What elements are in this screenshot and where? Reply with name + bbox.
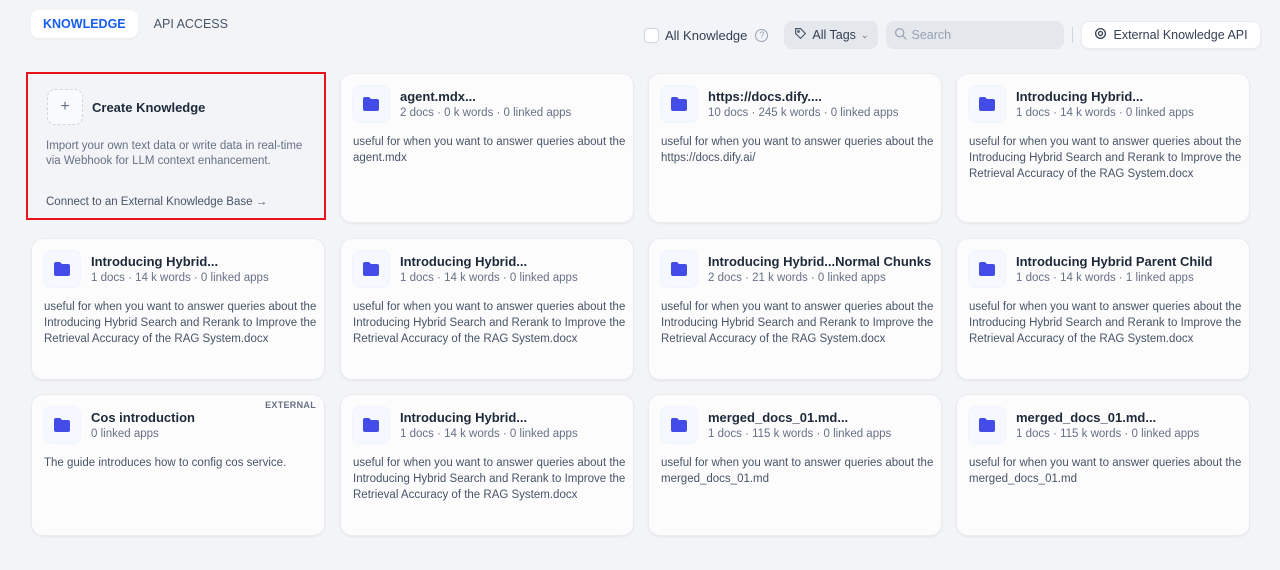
folder-icon bbox=[660, 85, 698, 123]
knowledge-card[interactable]: Introducing Hybrid... 1 docs · 14 k word… bbox=[340, 394, 634, 536]
tag-icon bbox=[794, 27, 807, 43]
all-knowledge-checkbox[interactable] bbox=[644, 27, 659, 43]
external-badge: EXTERNAL bbox=[265, 400, 316, 410]
card-title: Introducing Hybrid... bbox=[91, 254, 219, 269]
card-title: Introducing Hybrid...Normal Chunks bbox=[708, 254, 932, 269]
card-title: agent.mdx... bbox=[400, 89, 476, 104]
folder-icon bbox=[352, 406, 390, 444]
knowledge-card[interactable]: Introducing Hybrid... 1 docs · 14 k word… bbox=[340, 238, 634, 380]
card-title: Introducing Hybrid... bbox=[400, 254, 528, 269]
external-knowledge-api-label: External Knowledge API bbox=[1113, 28, 1248, 42]
card-description: useful for when you want to answer queri… bbox=[661, 136, 934, 164]
folder-icon bbox=[352, 250, 390, 288]
card-description: useful for when you want to answer queri… bbox=[661, 301, 934, 345]
card-meta: 0 linked apps bbox=[91, 428, 159, 440]
card-description: useful for when you want to answer queri… bbox=[44, 301, 317, 345]
card-meta: 1 docs · 115 k words · 0 linked apps bbox=[1016, 428, 1200, 440]
card-meta: 1 docs · 115 k words · 0 linked apps bbox=[708, 428, 892, 440]
plus-icon: + bbox=[47, 89, 83, 125]
card-title: merged_docs_01.md... bbox=[1016, 410, 1157, 425]
card-meta: 10 docs · 245 k words · 0 linked apps bbox=[708, 107, 899, 119]
knowledge-card[interactable]: Introducing Hybrid Parent Child 1 docs ·… bbox=[956, 238, 1250, 380]
create-knowledge-card[interactable]: + Create Knowledge Import your own text … bbox=[26, 72, 326, 220]
knowledge-card[interactable]: https://docs.dify.... 10 docs · 245 k wo… bbox=[648, 73, 942, 223]
knowledge-card[interactable]: agent.mdx... 2 docs · 0 k words · 0 link… bbox=[340, 73, 634, 223]
chevron-down-icon: ⌄ bbox=[860, 29, 869, 40]
external-knowledge-api-button[interactable]: External Knowledge API bbox=[1081, 21, 1261, 49]
knowledge-card[interactable]: Introducing Hybrid... 1 docs · 14 k word… bbox=[956, 73, 1250, 223]
card-description: useful for when you want to answer queri… bbox=[969, 457, 1242, 485]
tags-filter-label: All Tags bbox=[812, 28, 856, 42]
knowledge-card[interactable]: Introducing Hybrid... 1 docs · 14 k word… bbox=[31, 238, 325, 380]
search-placeholder: Search bbox=[911, 28, 952, 42]
create-knowledge-description: Import your own text data or write data … bbox=[46, 140, 303, 167]
folder-icon bbox=[43, 406, 81, 444]
tab-knowledge[interactable]: KNOWLEDGE bbox=[31, 10, 138, 38]
folder-icon bbox=[660, 250, 698, 288]
card-description: useful for when you want to answer queri… bbox=[353, 136, 626, 164]
knowledge-card[interactable]: Introducing Hybrid...Normal Chunks 2 doc… bbox=[648, 238, 942, 380]
card-title: merged_docs_01.md... bbox=[708, 410, 849, 425]
card-description: useful for when you want to answer queri… bbox=[661, 457, 934, 485]
knowledge-card[interactable]: merged_docs_01.md... 1 docs · 115 k word… bbox=[648, 394, 942, 536]
api-icon bbox=[1094, 27, 1107, 43]
card-meta: 2 docs · 0 k words · 0 linked apps bbox=[400, 107, 572, 119]
card-meta: 1 docs · 14 k words · 1 linked apps bbox=[1016, 272, 1194, 284]
tab-bar: KNOWLEDGE API ACCESS bbox=[31, 10, 240, 38]
all-knowledge-label: All Knowledge bbox=[665, 27, 748, 43]
create-knowledge-title: Create Knowledge bbox=[92, 100, 206, 115]
card-meta: 1 docs · 14 k words · 0 linked apps bbox=[1016, 107, 1194, 119]
card-meta: 1 docs · 14 k words · 0 linked apps bbox=[400, 428, 578, 440]
card-title: Introducing Hybrid... bbox=[1016, 89, 1144, 104]
folder-icon bbox=[968, 406, 1006, 444]
card-description: useful for when you want to answer queri… bbox=[969, 136, 1242, 180]
folder-icon bbox=[660, 406, 698, 444]
card-title: Cos introduction bbox=[91, 410, 195, 425]
card-meta: 1 docs · 14 k words · 0 linked apps bbox=[91, 272, 269, 284]
folder-icon bbox=[968, 85, 1006, 123]
search-input[interactable]: Search bbox=[886, 21, 1065, 49]
folder-icon bbox=[352, 85, 390, 123]
help-icon[interactable]: ? bbox=[755, 28, 769, 42]
card-description: useful for when you want to answer queri… bbox=[353, 301, 626, 345]
card-description: useful for when you want to answer queri… bbox=[353, 457, 626, 501]
card-meta: 1 docs · 14 k words · 0 linked apps bbox=[400, 272, 578, 284]
card-description: useful for when you want to answer queri… bbox=[969, 301, 1242, 345]
card-title: Introducing Hybrid... bbox=[400, 410, 528, 425]
card-title: https://docs.dify.... bbox=[708, 89, 822, 104]
card-description: The guide introduces how to config cos s… bbox=[44, 457, 287, 469]
knowledge-card[interactable]: Cos introduction 0 linked apps The guide… bbox=[31, 394, 325, 536]
knowledge-card[interactable]: merged_docs_01.md... 1 docs · 115 k word… bbox=[956, 394, 1250, 536]
divider bbox=[1072, 27, 1074, 43]
connect-external-link[interactable]: Connect to an External Knowledge Base → bbox=[46, 196, 267, 208]
search-icon bbox=[894, 27, 908, 43]
tab-api-access[interactable]: API ACCESS bbox=[142, 10, 240, 38]
tags-filter[interactable]: All Tags ⌄ bbox=[784, 21, 879, 49]
folder-icon bbox=[968, 250, 1006, 288]
card-meta: 2 docs · 21 k words · 0 linked apps bbox=[708, 272, 886, 284]
folder-icon bbox=[43, 250, 81, 288]
toolbar: All Knowledge ? All Tags ⌄ Search Extern… bbox=[644, 21, 1261, 49]
card-title: Introducing Hybrid Parent Child bbox=[1016, 254, 1213, 269]
